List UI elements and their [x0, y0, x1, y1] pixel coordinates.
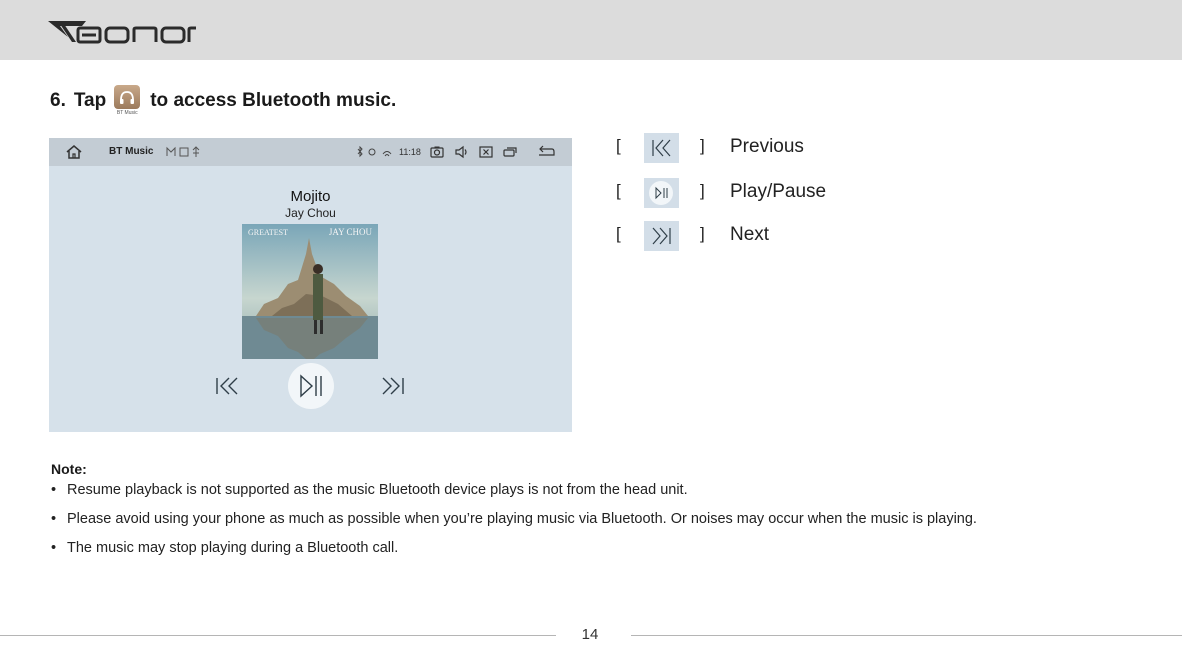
bullet-icon: • [51, 511, 57, 527]
step-instruction: 6. Tap BT Music to access Bluetooth musi… [50, 85, 397, 117]
bracket-open: [ [616, 181, 621, 200]
legend-label: Next [730, 224, 770, 245]
next-button[interactable] [380, 374, 406, 398]
note-item-text: Resume playback is not supported as the … [67, 482, 688, 498]
step-text-before: Tap [73, 90, 107, 111]
bracket-close: ] [700, 224, 705, 243]
legend-label: Play/Pause [730, 181, 827, 202]
header-bar [0, 0, 1182, 60]
note-item: • Please avoid using your phone as much a… [51, 511, 977, 527]
note-item-text: Please avoid using your phone as much as… [67, 511, 977, 527]
footer-rule-right [631, 635, 1182, 636]
song-title: Mojito [290, 188, 331, 205]
legend-previous: [ ] Previous [616, 133, 856, 170]
previous-button[interactable] [214, 374, 240, 398]
home-icon[interactable] [65, 144, 83, 160]
page-number: 14 [581, 626, 599, 643]
legend-next: [ ] Next [616, 221, 856, 258]
bt-music-app-icon: BT Music [114, 85, 141, 117]
bluetooth-signal-icons [357, 146, 392, 158]
statusbar-title: BT Music [109, 146, 154, 157]
legend-label: Previous [730, 136, 804, 157]
back-icon[interactable] [536, 144, 556, 160]
bt-music-screen: BT Music 11:18 Mojito Jay Chou GREATEST … [49, 138, 572, 432]
note-item: • The music may stop playing during a Blu… [51, 540, 398, 556]
eonon-logo [48, 21, 196, 44]
footer-rule-left [0, 635, 556, 636]
note-heading: Note: [51, 461, 87, 477]
album-art-image [242, 224, 378, 359]
legend-play-pause: [ ] Play/Pause [616, 178, 856, 215]
step-text-after: to access Bluetooth music. [150, 90, 397, 111]
bullet-icon: • [51, 540, 57, 556]
screenshot-icon[interactable] [429, 144, 445, 160]
cover-text-left: GREATEST [248, 228, 288, 237]
bracket-open: [ [616, 224, 621, 243]
next-icon [644, 221, 679, 251]
app-icon-caption: BT Music [116, 110, 138, 116]
step-number: 6. [50, 90, 66, 111]
statusbar-time: 11:18 [399, 147, 421, 157]
status-bar: BT Music 11:18 [49, 138, 572, 166]
album-cover: GREATEST JAY CHOU [242, 224, 378, 359]
bracket-close: ] [700, 181, 705, 200]
note-item-text: The music may stop playing during a Blue… [67, 540, 399, 556]
play-pause-button[interactable] [288, 363, 334, 409]
bullet-icon: • [51, 482, 57, 498]
notification-icons [166, 146, 200, 157]
multitask-icon[interactable] [502, 144, 518, 160]
play-pause-icon [644, 178, 679, 208]
cover-text-right: JAY CHOU [328, 227, 372, 237]
play-pause-icon [300, 374, 322, 398]
bracket-open: [ [616, 136, 621, 155]
note-item: • Resume playback is not supported as the… [51, 482, 688, 498]
bracket-close: ] [700, 136, 705, 155]
artist-name: Jay Chou [285, 206, 336, 220]
volume-icon[interactable] [454, 144, 470, 160]
close-app-icon[interactable] [478, 144, 494, 160]
previous-icon [644, 133, 679, 163]
